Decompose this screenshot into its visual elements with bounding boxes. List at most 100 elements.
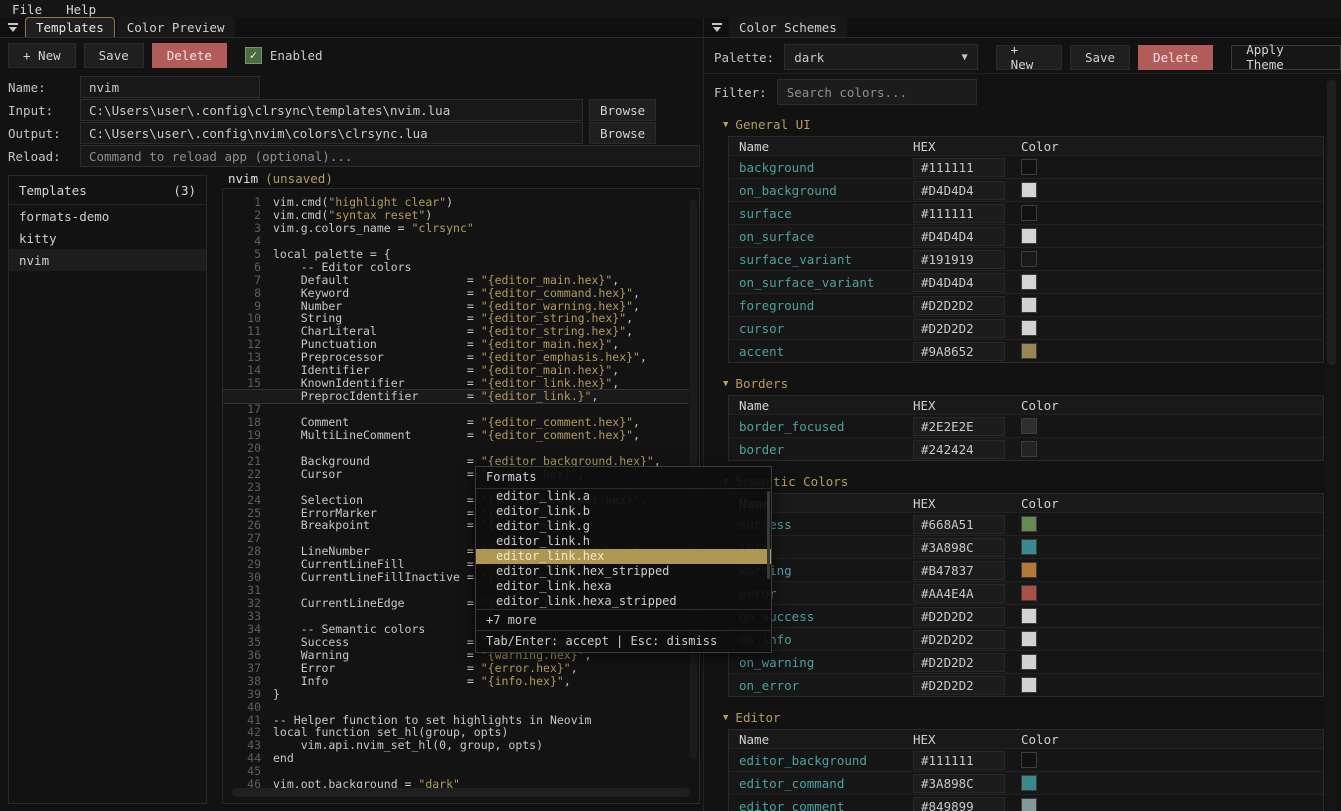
section-header[interactable]: ▼Semantic Colors	[706, 470, 1326, 493]
color-swatch[interactable]	[1021, 562, 1037, 578]
popup-item-editor_link.b[interactable]: editor_link.b	[476, 504, 771, 519]
popup-item-editor_link.a[interactable]: editor_link.a	[476, 489, 771, 504]
code-line[interactable]: 44end	[223, 752, 689, 765]
delete-palette-button[interactable]: Delete	[1138, 45, 1213, 70]
popup-item-editor_link.hex_stripped[interactable]: editor_link.hex_stripped	[476, 564, 771, 579]
color-swatch[interactable]	[1021, 182, 1037, 198]
color-row-surface_variant[interactable]: surface_variant#191919	[729, 247, 1323, 270]
name-input[interactable]: nvim	[80, 76, 260, 98]
popup-item-editor_link.hex[interactable]: editor_link.hex	[476, 549, 771, 564]
color-swatch[interactable]	[1021, 654, 1037, 670]
hex-value-input[interactable]: #D2D2D2	[913, 630, 1005, 649]
section-header[interactable]: ▼Editor	[706, 706, 1326, 729]
color-swatch[interactable]	[1021, 418, 1037, 434]
code-line[interactable]: PreprocIdentifier = "{editor_link.}",	[223, 389, 689, 404]
color-search-input[interactable]: Search colors...	[777, 79, 977, 105]
save-palette-button[interactable]: Save	[1070, 45, 1130, 70]
color-swatch[interactable]	[1021, 205, 1037, 221]
hex-value-input[interactable]: #D2D2D2	[913, 319, 1005, 338]
color-row-on_success[interactable]: on_success#D2D2D2	[729, 604, 1323, 627]
input-browse-button[interactable]: Browse	[589, 99, 656, 121]
color-row-background[interactable]: background#111111	[729, 155, 1323, 178]
color-swatch[interactable]	[1021, 228, 1037, 244]
color-swatch[interactable]	[1021, 798, 1037, 811]
new-template-button[interactable]: + New	[8, 43, 76, 68]
hex-value-input[interactable]: #D2D2D2	[913, 676, 1005, 695]
code-line[interactable]: 39}	[223, 688, 689, 701]
save-template-button[interactable]: Save	[84, 43, 144, 68]
new-palette-button[interactable]: + New	[996, 45, 1062, 70]
color-row-foreground[interactable]: foreground#D2D2D2	[729, 293, 1323, 316]
hex-value-input[interactable]: #111111	[913, 158, 1005, 177]
color-swatch[interactable]	[1021, 516, 1037, 532]
popup-item-editor_link.h[interactable]: editor_link.h	[476, 534, 771, 549]
hex-value-input[interactable]: #111111	[913, 204, 1005, 223]
hex-value-input[interactable]: #D4D4D4	[913, 181, 1005, 200]
hex-value-input[interactable]: #D2D2D2	[913, 653, 1005, 672]
right-scrollbar-thumb[interactable]	[1327, 80, 1336, 365]
hex-value-input[interactable]: #242424	[913, 440, 1005, 459]
popup-more-indicator[interactable]: +7 more	[476, 609, 771, 630]
apply-theme-button[interactable]: Apply Theme	[1231, 45, 1341, 70]
color-swatch[interactable]	[1021, 608, 1037, 624]
menu-file[interactable]: File	[12, 2, 42, 17]
color-row-on_error[interactable]: on_error#D2D2D2	[729, 673, 1323, 696]
color-row-success[interactable]: success#668A51	[729, 512, 1323, 535]
color-row-border[interactable]: border#242424	[729, 437, 1323, 460]
hex-value-input[interactable]: #D2D2D2	[913, 607, 1005, 626]
hex-value-input[interactable]: #3A898C	[913, 774, 1005, 793]
hex-value-input[interactable]: #668A51	[913, 515, 1005, 534]
color-swatch[interactable]	[1021, 274, 1037, 290]
hex-value-input[interactable]: #849899	[913, 797, 1005, 811]
collapse-panel-icon[interactable]	[712, 23, 722, 32]
hex-value-input[interactable]: #9A8652	[913, 342, 1005, 361]
tab-color-preview[interactable]: Color Preview	[117, 17, 235, 37]
color-row-editor_comment[interactable]: editor_comment#849899	[729, 794, 1323, 811]
code-line[interactable]: 3vim.g.colors_name = "clrsync"	[223, 222, 689, 235]
color-row-cursor[interactable]: cursor#D2D2D2	[729, 316, 1323, 339]
color-row-on_surface[interactable]: on_surface#D4D4D4	[729, 224, 1323, 247]
input-path-input[interactable]: C:\Users\user\.config\clrsync\templates\…	[80, 99, 583, 121]
tab-templates[interactable]: Templates	[25, 17, 115, 37]
output-path-input[interactable]: C:\Users\user\.config\nvim\colors\clrsyn…	[80, 122, 583, 144]
color-row-on_surface_variant[interactable]: on_surface_variant#D4D4D4	[729, 270, 1323, 293]
collapse-panel-icon[interactable]	[8, 23, 18, 32]
color-swatch[interactable]	[1021, 159, 1037, 175]
popup-scrollbar[interactable]	[767, 491, 770, 579]
editor-horizontal-scrollbar[interactable]	[232, 788, 690, 797]
delete-template-button[interactable]: Delete	[152, 43, 227, 68]
hex-value-input[interactable]: #D2D2D2	[913, 296, 1005, 315]
color-row-error[interactable]: error#AA4E4A	[729, 581, 1323, 604]
hex-value-input[interactable]: #191919	[913, 250, 1005, 269]
popup-item-editor_link.hexa[interactable]: editor_link.hexa	[476, 579, 771, 594]
color-row-on_warning[interactable]: on_warning#D2D2D2	[729, 650, 1323, 673]
color-row-editor_command[interactable]: editor_command#3A898C	[729, 771, 1323, 794]
color-row-on_background[interactable]: on_background#D4D4D4	[729, 178, 1323, 201]
hex-value-input[interactable]: #B47837	[913, 561, 1005, 580]
enabled-checkbox[interactable]: ✓	[245, 47, 262, 64]
color-row-accent[interactable]: accent#9A8652	[729, 339, 1323, 362]
template-item-formats-demo[interactable]: formats-demo	[9, 205, 206, 227]
color-row-editor_background[interactable]: editor_background#111111	[729, 748, 1323, 771]
panel-splitter[interactable]	[703, 18, 704, 811]
hex-value-input[interactable]: #2E2E2E	[913, 417, 1005, 436]
template-item-nvim[interactable]: nvim	[9, 249, 206, 271]
palette-select[interactable]: dark ▼	[784, 44, 977, 70]
color-swatch[interactable]	[1021, 752, 1037, 768]
color-swatch[interactable]	[1021, 631, 1037, 647]
reload-command-input[interactable]: Command to reload app (optional)...	[80, 145, 700, 167]
color-swatch[interactable]	[1021, 677, 1037, 693]
popup-item-editor_link.hexa_stripped[interactable]: editor_link.hexa_stripped	[476, 594, 771, 609]
section-header[interactable]: ▼General UI	[706, 113, 1326, 136]
hex-value-input[interactable]: #D4D4D4	[913, 227, 1005, 246]
color-swatch[interactable]	[1021, 441, 1037, 457]
hex-value-input[interactable]: #D4D4D4	[913, 273, 1005, 292]
color-swatch[interactable]	[1021, 775, 1037, 791]
hex-value-input[interactable]: #3A898C	[913, 538, 1005, 557]
color-row-surface[interactable]: surface#111111	[729, 201, 1323, 224]
output-browse-button[interactable]: Browse	[589, 122, 656, 144]
color-swatch[interactable]	[1021, 585, 1037, 601]
template-item-kitty[interactable]: kitty	[9, 227, 206, 249]
color-swatch[interactable]	[1021, 320, 1037, 336]
color-row-border_focused[interactable]: border_focused#2E2E2E	[729, 414, 1323, 437]
